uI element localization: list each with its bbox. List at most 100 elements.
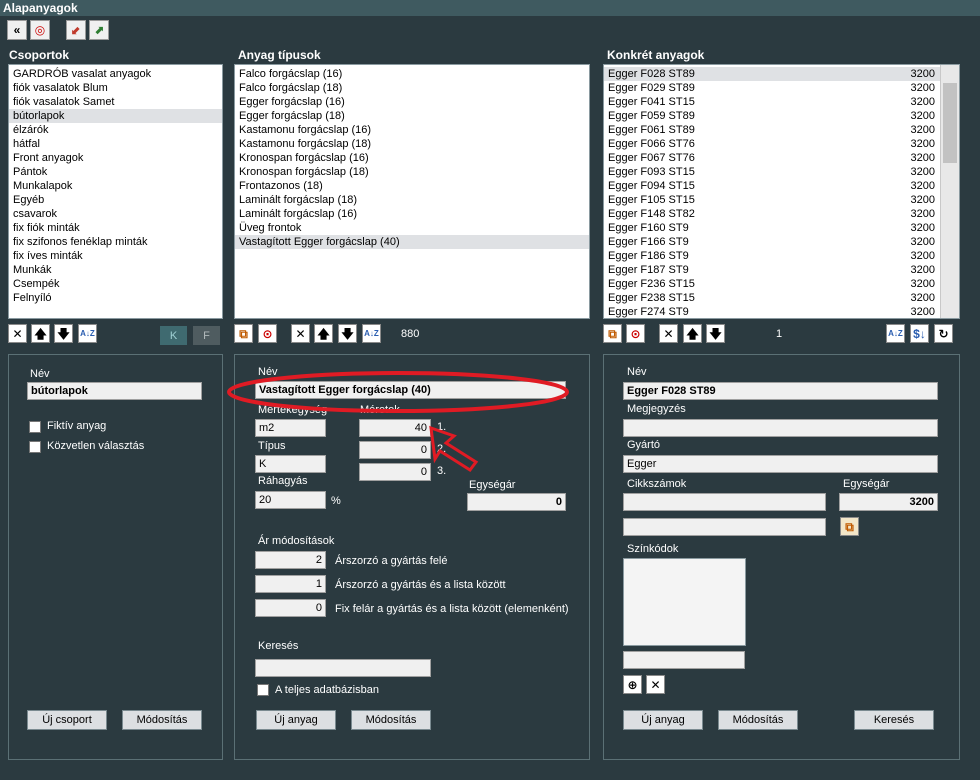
types-move-down-button[interactable]: 🡇 (338, 324, 357, 343)
material-search-button[interactable]: Keresés (854, 710, 934, 730)
table-row[interactable]: Egger F029 ST89 3200 (604, 81, 940, 95)
list-item[interactable]: GARDRÓB vasalat anyagok (9, 67, 222, 81)
list-item[interactable]: fix szifonos fenéklap minták (9, 235, 222, 249)
list-item[interactable]: Egyéb (9, 193, 222, 207)
list-item[interactable]: fix íves minták (9, 249, 222, 263)
materials-move-up-button[interactable]: 🡅 (683, 324, 702, 343)
price-mod-1-input[interactable]: 2 (255, 551, 326, 569)
table-row[interactable]: Egger F166 ST9 3200 (604, 235, 940, 249)
table-row[interactable]: Egger F094 ST15 3200 (604, 179, 940, 193)
groups-move-down-button[interactable]: 🡇 (54, 324, 73, 343)
groups-delete-button[interactable]: ✕ (8, 324, 27, 343)
list-item[interactable]: Front anyagok (9, 151, 222, 165)
table-row[interactable]: Egger F041 ST15 3200 (604, 95, 940, 109)
list-item[interactable]: Laminált forgácslap (18) (235, 193, 589, 207)
color-codes-list[interactable] (623, 558, 746, 646)
scrollbar-thumb[interactable] (943, 83, 957, 163)
materials-sort-price-button[interactable]: $↓ (910, 324, 929, 343)
type-modify-button[interactable]: Módosítás (351, 710, 431, 730)
table-row[interactable]: Egger F186 ST9 3200 (604, 249, 940, 263)
search-input[interactable] (255, 659, 431, 677)
list-item[interactable]: Laminált forgácslap (16) (235, 207, 589, 221)
table-row[interactable]: Egger F059 ST89 3200 (604, 109, 940, 123)
table-row[interactable]: Egger F093 ST15 3200 (604, 165, 940, 179)
table-row[interactable]: Egger F238 ST15 3200 (604, 291, 940, 305)
kozvetlen-checkbox[interactable] (29, 441, 41, 453)
materials-copy-button[interactable]: ⧉ (603, 324, 622, 343)
list-item[interactable]: hátfal (9, 137, 222, 151)
materials-target-button[interactable]: ⊙ (626, 324, 645, 343)
add-color-button[interactable]: ⊕ (623, 675, 642, 694)
list-item[interactable]: Falco forgácslap (18) (235, 81, 589, 95)
materials-move-down-button[interactable]: 🡇 (706, 324, 725, 343)
table-row[interactable]: Egger F236 ST15 3200 (604, 277, 940, 291)
list-item[interactable]: Üveg frontok (235, 221, 589, 235)
materials-refresh-button[interactable]: ↻ (934, 324, 953, 343)
list-item[interactable]: fix fiók minták (9, 221, 222, 235)
f-toggle[interactable]: F (193, 326, 220, 345)
list-item[interactable]: Vastagított Egger forgácslap (40) (235, 235, 589, 249)
types-copy-button[interactable]: ⧉ (234, 324, 253, 343)
list-item[interactable]: Csempék (9, 277, 222, 291)
maker-input[interactable]: Egger (623, 455, 938, 473)
list-item[interactable]: Munkák (9, 263, 222, 277)
material-unit-price-input[interactable]: 3200 (839, 493, 938, 511)
types-delete-button[interactable]: ✕ (291, 324, 310, 343)
sku-input-1[interactable] (623, 493, 826, 511)
list-item[interactable]: Munkalapok (9, 179, 222, 193)
export-button[interactable]: ⬈ (89, 20, 109, 40)
new-material-type-button[interactable]: Új anyag (256, 710, 336, 730)
group-name-input[interactable]: bútorlapok (27, 382, 202, 400)
types-list[interactable]: Falco forgácslap (16) Falco forgácslap (1… (234, 64, 590, 319)
new-material-button[interactable]: Új anyag (623, 710, 703, 730)
table-row[interactable]: Egger F187 ST9 3200 (604, 263, 940, 277)
table-row[interactable]: Egger F067 ST76 3200 (604, 151, 940, 165)
help-button[interactable]: ◎ (30, 20, 50, 40)
list-item[interactable]: Egger forgácslap (18) (235, 109, 589, 123)
list-item[interactable]: Felnyíló (9, 291, 222, 305)
remove-color-button[interactable]: ✕ (646, 675, 665, 694)
list-item[interactable]: bútorlapok (9, 109, 222, 123)
table-row[interactable]: Egger F028 ST89 3200 (604, 67, 940, 81)
materials-scrollbar[interactable] (940, 65, 959, 318)
materials-delete-button[interactable]: ✕ (659, 324, 678, 343)
table-row[interactable]: Egger F061 ST89 3200 (604, 123, 940, 137)
list-item[interactable]: Kronospan forgácslap (18) (235, 165, 589, 179)
new-group-button[interactable]: Új csoport (27, 710, 107, 730)
table-row[interactable]: Egger F148 ST82 3200 (604, 207, 940, 221)
list-item[interactable]: fiók vasalatok Blum (9, 81, 222, 95)
table-row[interactable]: Egger F160 ST9 3200 (604, 221, 940, 235)
groups-list[interactable]: GARDRÓB vasalat anyagok fiók vasalatok Bl… (8, 64, 223, 319)
list-item[interactable]: Kastamonu forgácslap (16) (235, 123, 589, 137)
material-name-input[interactable]: Egger F028 ST89 (623, 382, 938, 400)
types-target-button[interactable]: ⊙ (258, 324, 277, 343)
table-row[interactable]: Egger F105 ST15 3200 (604, 193, 940, 207)
group-modify-button[interactable]: Módosítás (122, 710, 202, 730)
material-modify-button[interactable]: Módosítás (718, 710, 798, 730)
types-move-up-button[interactable]: 🡅 (314, 324, 333, 343)
whole-db-checkbox[interactable] (257, 684, 269, 696)
list-item[interactable]: csavarok (9, 207, 222, 221)
import-button[interactable]: ⬋ (66, 20, 86, 40)
groups-sort-button[interactable]: A↓Z (78, 324, 97, 343)
list-item[interactable]: Falco forgácslap (16) (235, 67, 589, 81)
fiktiv-checkbox[interactable] (29, 421, 41, 433)
list-item[interactable]: Kastamonu forgácslap (18) (235, 137, 589, 151)
back-button[interactable]: « (7, 20, 27, 40)
table-row[interactable]: Egger F066 ST76 3200 (604, 137, 940, 151)
k-toggle[interactable]: K (160, 326, 187, 345)
materials-sort-name-button[interactable]: A↓Z (886, 324, 905, 343)
list-item[interactable]: élzárók (9, 123, 222, 137)
materials-list[interactable]: Egger F028 ST89 3200 Egger F029 ST89 3200 Eg… (603, 64, 960, 319)
sku-input-2[interactable] (623, 518, 826, 536)
table-row[interactable]: Egger F274 ST9 3200 (604, 305, 940, 318)
list-item[interactable]: Frontazonos (18) (235, 179, 589, 193)
list-item[interactable]: Kronospan forgácslap (16) (235, 151, 589, 165)
list-item[interactable]: fiók vasalatok Samet (9, 95, 222, 109)
price-mod-3-input[interactable]: 0 (255, 599, 326, 617)
sku-copy-button[interactable]: ⧉ (840, 517, 859, 536)
types-sort-button[interactable]: A↓Z (362, 324, 381, 343)
type-unit-price-input[interactable]: 0 (467, 493, 566, 511)
note-input[interactable] (623, 419, 938, 437)
color-code-input[interactable] (623, 651, 745, 669)
